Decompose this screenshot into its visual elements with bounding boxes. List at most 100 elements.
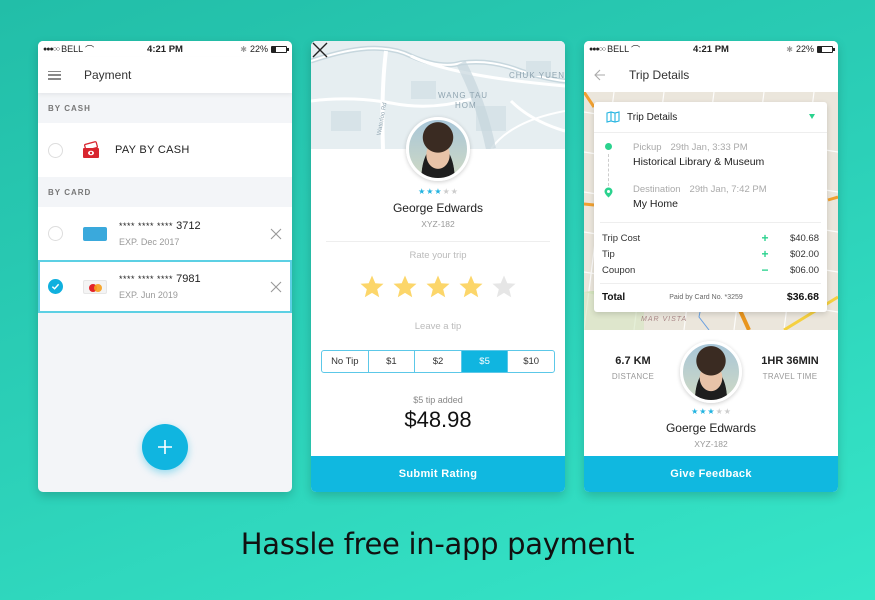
minus-icon: − bbox=[761, 263, 769, 277]
plus-icon: + bbox=[761, 231, 769, 245]
map-label: WANG TAU bbox=[438, 91, 489, 100]
status-bar: ●●●○○ BELL ⌒ 4:21 PM ✱ 22% bbox=[38, 41, 292, 57]
driver-rating: ★ ★ ★ ★ ★ bbox=[311, 187, 565, 196]
checkmark-icon bbox=[51, 283, 60, 290]
payment-screen: ●●●○○ BELL ⌒ 4:21 PM ✱ 22% Payment BY CA… bbox=[38, 41, 292, 492]
paid-by-text: Paid by Card No. *3259 bbox=[669, 293, 743, 301]
star-filled-icon[interactable] bbox=[359, 274, 385, 300]
clock: 4:21 PM bbox=[693, 43, 729, 55]
remove-card-icon[interactable] bbox=[270, 228, 282, 240]
star-filled-icon: ★ bbox=[434, 187, 442, 196]
fee-row-coupon: Coupon − $06.00 bbox=[602, 263, 819, 277]
trip-rating-stars[interactable] bbox=[311, 274, 565, 300]
travel-time-stat: 1HR 36MIN TRAVEL TIME bbox=[750, 355, 830, 381]
travel-time-label: TRAVEL TIME bbox=[762, 372, 818, 381]
radio-button[interactable] bbox=[48, 226, 63, 241]
divider bbox=[326, 241, 550, 242]
battery-icon bbox=[817, 45, 835, 53]
radio-button-checked[interactable] bbox=[48, 279, 63, 294]
amex-card-icon bbox=[83, 226, 107, 241]
close-icon[interactable] bbox=[311, 41, 329, 59]
bluetooth-icon: ✱ bbox=[240, 44, 247, 54]
distance-value: 6.7 KM bbox=[615, 355, 651, 367]
submit-rating-button[interactable]: Submit Rating bbox=[311, 456, 565, 492]
vehicle-plate: XYZ-182 bbox=[421, 219, 455, 229]
tip-option[interactable]: No Tip bbox=[322, 351, 369, 372]
radio-button[interactable] bbox=[48, 142, 63, 158]
back-arrow-icon[interactable] bbox=[594, 69, 606, 81]
star-empty-icon: ★ bbox=[715, 407, 723, 416]
star-filled-icon[interactable] bbox=[425, 274, 451, 300]
status-bar: ●●●○○ BELL ⌒ 4:21 PM ✱ 22% bbox=[584, 41, 838, 57]
menu-icon[interactable] bbox=[48, 70, 61, 80]
map-label: MAR VISTA bbox=[641, 316, 688, 323]
map-label: HOM bbox=[455, 101, 477, 110]
card-option-7981[interactable]: **** **** **** 7981 EXP. Jun 2019 bbox=[38, 260, 292, 313]
star-filled-icon[interactable] bbox=[392, 274, 418, 300]
total-value: $36.68 bbox=[786, 291, 819, 303]
remove-card-icon[interactable] bbox=[270, 281, 282, 293]
pickup-time: 29th Jan, 3:33 PM bbox=[670, 142, 748, 153]
mastercard-icon bbox=[83, 279, 107, 294]
star-empty-icon: ★ bbox=[442, 187, 450, 196]
tip-option[interactable]: $5 bbox=[461, 351, 509, 372]
app-header: Trip Details bbox=[584, 57, 838, 92]
add-payment-button[interactable] bbox=[142, 424, 188, 470]
carrier-label: BELL bbox=[61, 44, 84, 54]
star-filled-icon: ★ bbox=[707, 407, 715, 416]
app-header: Payment bbox=[38, 57, 292, 93]
section-label-cash: BY CASH bbox=[48, 103, 91, 113]
trip-details-card: Trip Details Pickup 29th Jan, 3:33 PM His… bbox=[594, 102, 827, 312]
tip-option[interactable]: $10 bbox=[508, 351, 554, 372]
rating-screen: WANG TAU HOM CHUK YUEN Waterloo Rd ★ ★ ★ ★ ★… bbox=[311, 41, 565, 492]
signal-icon: ●●●○○ bbox=[43, 45, 60, 53]
plus-icon: + bbox=[761, 247, 769, 261]
total-amount: $48.98 bbox=[404, 407, 472, 432]
carrier-label: BELL bbox=[607, 44, 630, 54]
tip-added-text: $5 tip added bbox=[413, 395, 463, 405]
trip-card-header[interactable]: Trip Details bbox=[594, 102, 827, 133]
give-feedback-button[interactable]: Give Feedback bbox=[584, 456, 838, 492]
divider bbox=[600, 283, 821, 284]
destination-pin-icon bbox=[604, 187, 613, 198]
fee-row-tip: Tip + $02.00 bbox=[602, 247, 819, 261]
star-empty-icon[interactable] bbox=[491, 274, 517, 300]
divider bbox=[600, 222, 821, 223]
star-empty-icon: ★ bbox=[723, 407, 731, 416]
distance-label: DISTANCE bbox=[611, 372, 655, 381]
card-expiry: EXP. Jun 2019 bbox=[119, 290, 178, 300]
dropdown-caret-icon[interactable] bbox=[809, 114, 815, 119]
battery-percent: 22% bbox=[249, 44, 268, 54]
pickup-place: Historical Library & Museum bbox=[633, 156, 765, 168]
pickup-info: Pickup 29th Jan, 3:33 PM Historical Libra… bbox=[633, 142, 764, 168]
bluetooth-icon: ✱ bbox=[786, 44, 793, 54]
pickup-label: Pickup bbox=[633, 142, 662, 153]
star-filled-icon: ★ bbox=[699, 407, 707, 416]
tip-option[interactable]: $2 bbox=[415, 351, 462, 372]
pay-by-cash-option[interactable]: PAY BY CASH bbox=[38, 123, 292, 177]
card-number: **** **** **** 3712 bbox=[119, 220, 201, 232]
clock: 4:21 PM bbox=[147, 43, 183, 55]
battery-percent: 22% bbox=[795, 44, 814, 54]
star-filled-icon: ★ bbox=[418, 187, 426, 196]
signal-icon: ●●●○○ bbox=[589, 45, 606, 53]
trip-details-screen: ●●●○○ BELL ⌒ 4:21 PM ✱ 22% Trip Details bbox=[584, 41, 838, 492]
driver-avatar bbox=[680, 341, 742, 403]
destination-label: Destination bbox=[633, 184, 681, 195]
tip-selector: No Tip $1 $2 $5 $10 bbox=[321, 350, 555, 373]
driver-name: George Edwards bbox=[392, 201, 484, 215]
driver-rating: ★ ★ ★ ★ ★ bbox=[584, 407, 838, 416]
star-filled-icon: ★ bbox=[691, 407, 699, 416]
route-line bbox=[608, 154, 609, 186]
star-empty-icon: ★ bbox=[450, 187, 458, 196]
wifi-icon: ⌒ bbox=[85, 44, 95, 55]
distance-stat: 6.7 KM DISTANCE bbox=[593, 355, 673, 381]
star-filled-icon[interactable] bbox=[458, 274, 484, 300]
tip-option[interactable]: $1 bbox=[369, 351, 416, 372]
card-expiry: EXP. Dec 2017 bbox=[119, 237, 180, 247]
tip-label: Leave a tip bbox=[414, 321, 462, 332]
total-row: Total Paid by Card No. *3259 $36.68 bbox=[602, 291, 819, 303]
plus-icon bbox=[158, 440, 172, 454]
destination-place: My Home bbox=[633, 198, 678, 210]
card-option-3712[interactable]: **** **** **** 3712 EXP. Dec 2017 bbox=[38, 207, 292, 260]
